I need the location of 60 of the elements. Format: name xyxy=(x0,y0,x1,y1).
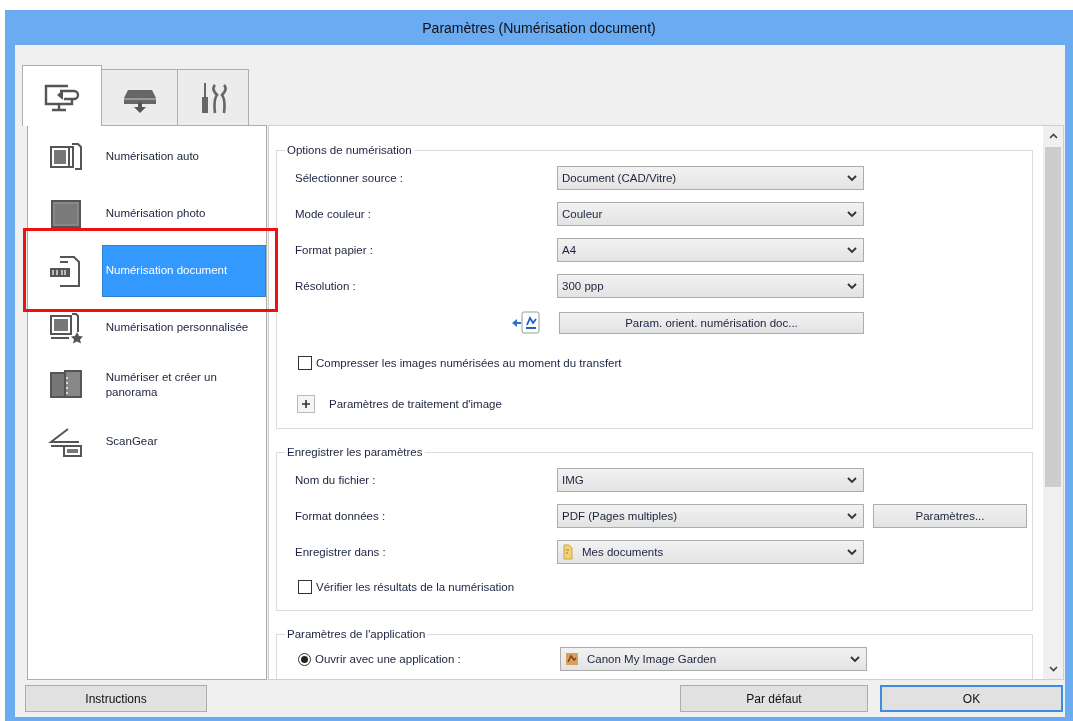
dropdown[interactable]: IMG xyxy=(557,468,864,492)
field-label: Mode couleur : xyxy=(295,208,373,220)
caret-icon xyxy=(847,512,857,520)
app-icon xyxy=(565,652,579,666)
field-label: Nom du fichier : xyxy=(295,474,377,486)
tab[interactable] xyxy=(101,69,178,125)
stacked-frames-icon xyxy=(47,140,84,173)
scrollbar[interactable] xyxy=(1043,126,1063,679)
field-label: Enregistrer dans : xyxy=(295,546,387,558)
dropdown[interactable]: 300 ppp xyxy=(557,274,864,298)
caret-icon xyxy=(847,174,857,182)
group-title: Enregistrer les paramètres xyxy=(286,446,424,458)
caret-icon xyxy=(847,548,857,556)
checkbox-label: Compresser les images numérisées au moment du transfert xyxy=(316,357,622,369)
dropdown[interactable]: PDF (Pages multiples) xyxy=(557,504,864,528)
window-title: Paramètres (Numérisation document) xyxy=(422,19,656,36)
dialog-button[interactable]: Par défaut xyxy=(680,685,868,712)
expander-label: Paramètres de traitement d'image xyxy=(329,397,502,410)
checkbox[interactable] xyxy=(298,356,312,370)
dialog-button[interactable]: OK xyxy=(880,685,1063,712)
scroll-up-icon xyxy=(1048,133,1058,139)
field-label: Format données : xyxy=(295,510,387,522)
scroll-down-icon xyxy=(1048,666,1058,672)
group-title: Options de numérisation xyxy=(286,144,413,156)
plus-icon xyxy=(302,399,310,408)
settings-button[interactable]: Paramètres... xyxy=(873,504,1027,528)
caret-icon xyxy=(847,210,857,218)
checkbox[interactable] xyxy=(298,580,312,594)
orientation-settings-button[interactable]: Param. orient. numérisation doc... xyxy=(559,311,864,334)
folder-icon xyxy=(562,544,574,560)
dialog-button[interactable]: Instructions xyxy=(25,685,207,712)
caret-icon xyxy=(847,246,857,254)
dropdown[interactable]: Document (CAD/Vitre) xyxy=(557,166,864,190)
scan-mode-item[interactable]: Numérisation auto xyxy=(101,130,266,183)
caret-icon xyxy=(847,476,857,484)
scrollbar-thumb[interactable] xyxy=(1045,147,1061,487)
frame-star-icon xyxy=(47,311,84,344)
group-title: Paramètres de l'application xyxy=(286,628,427,640)
radio-button[interactable] xyxy=(298,652,311,666)
dropdown[interactable]: A4 xyxy=(557,238,864,262)
scan-mode-item[interactable]: Numériser et créer un panorama xyxy=(101,358,266,411)
radio-label: Ouvrir avec une application : xyxy=(315,653,462,665)
dropdown[interactable]: Couleur xyxy=(557,202,864,226)
scan-mode-item[interactable]: Numérisation personnalisée xyxy=(101,301,266,354)
scan-mode-item[interactable]: Numérisation photo xyxy=(101,187,266,240)
tab[interactable] xyxy=(22,65,102,126)
caret-icon xyxy=(850,655,860,663)
field-label: Résolution : xyxy=(295,280,357,292)
tab[interactable] xyxy=(177,69,249,125)
caret-icon xyxy=(847,282,857,290)
dropdown[interactable]: Mes documents xyxy=(557,540,864,564)
checkbox-label: Vérifier les résultats de la numérisation xyxy=(316,581,515,593)
dropdown[interactable]: Canon My Image Garden xyxy=(560,647,867,671)
panorama-frames-icon xyxy=(47,368,84,401)
scan-mode-item[interactable]: ScanGear xyxy=(101,415,266,468)
field-label: Sélectionner source : xyxy=(295,172,405,184)
document-arrow-icon xyxy=(511,310,541,335)
expand-toggle[interactable] xyxy=(297,394,315,413)
field-label: Format papier : xyxy=(295,244,374,256)
scanner-lid-icon xyxy=(47,425,84,458)
